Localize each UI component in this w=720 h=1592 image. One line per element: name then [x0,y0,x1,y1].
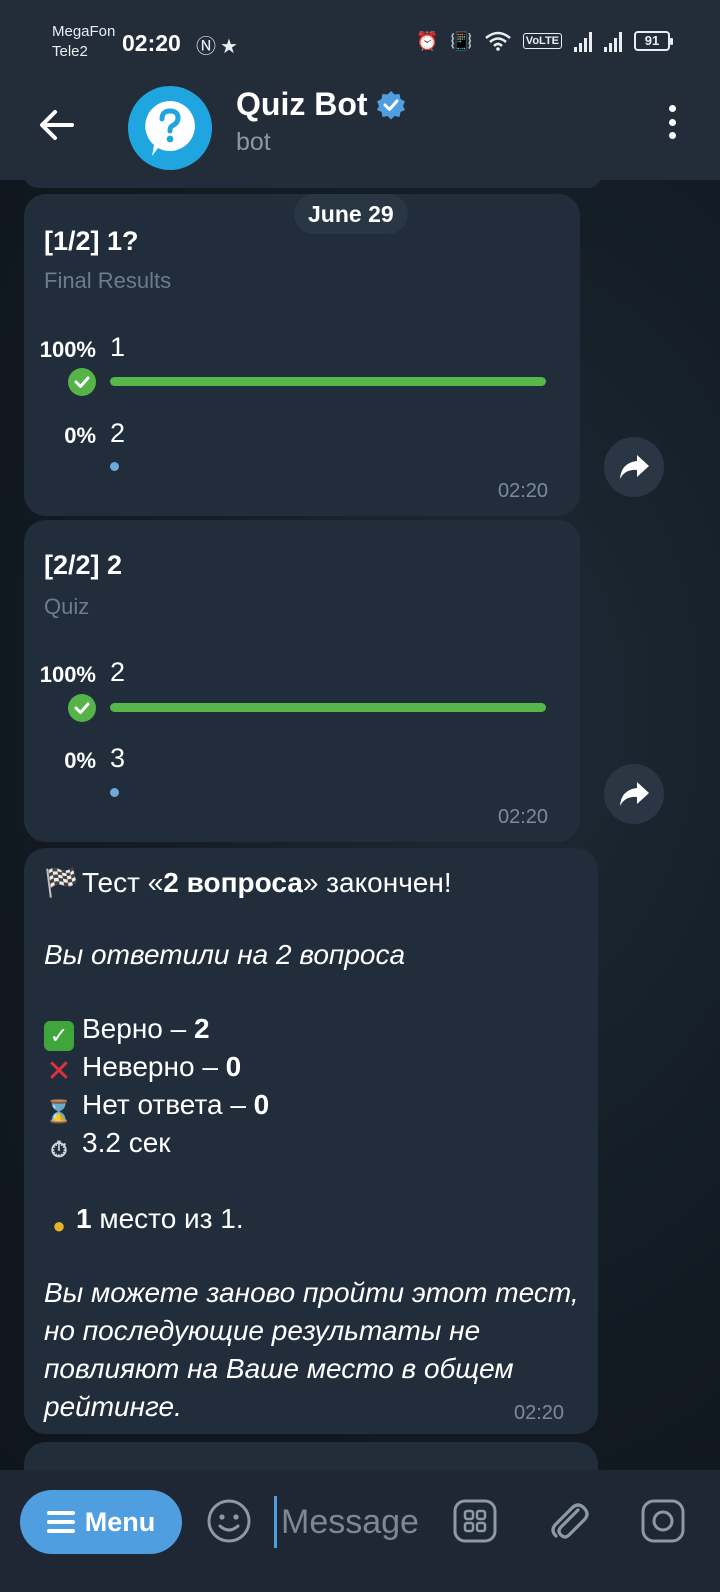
message-time: 02:20 [498,480,549,502]
arrow-left-icon [40,110,74,140]
hourglass-icon: ⌛ [45,1099,73,1124]
duration-row: ⏱ 3.2 сек [44,1124,171,1165]
signal-icon-2 [604,30,622,52]
chat-header: Quiz Bot bot [0,80,720,180]
notification-icons: Ⓝ★ [196,30,242,59]
system-indicators: ⏰ 📳 VoLTE 91 [415,30,673,52]
poll-question: [2/2] 2 [44,550,123,580]
message-input-bar: Menu [0,1470,720,1592]
check-mark-icon: ✓ [44,1021,74,1051]
wrong-count-row: ✕ Неверно – 0 [44,1048,241,1087]
chequered-flag-icon: 🏁 [44,867,79,898]
camera-icon [641,1499,685,1543]
emoji-button[interactable] [204,1496,254,1546]
correct-label: Верно – [82,1013,194,1044]
wrong-value: 0 [225,1051,242,1082]
dot-icon [668,105,676,112]
message-time: 02:20 [514,1402,565,1424]
place-text: место из 1. [91,1203,244,1234]
wrong-label: Неверно – [82,1051,226,1082]
menu-button-label: Menu [84,1506,156,1537]
bot-commands-button[interactable] [450,1496,500,1546]
battery-indicator: 91 [634,31,673,51]
smiley-icon [207,1499,251,1543]
dot-icon [668,132,676,139]
poll-option-percent: 0% [64,748,96,773]
poll-option-text: 2 [110,418,126,448]
correct-check-icon [68,694,96,722]
status-bar: MegaFon Tele2 02:20 Ⓝ★ ⏰ 📳 VoLTE 91 [0,0,720,80]
question-bubble-icon [145,101,195,156]
commands-grid-icon [453,1499,497,1543]
poll-option-percent: 100% [39,337,96,362]
chat-area[interactable]: [1/2] 1? Final Results 100% 1 0% 2 02:20… [0,180,720,1492]
place-value: 1 [76,1203,92,1234]
correct-count-row: ✓ Верно – 2 [44,1010,210,1051]
result-title: 🏁 Тест «2 вопроса» закончен! [44,864,452,902]
volte-badge: VoLTE [522,33,562,49]
forward-arrow-icon [620,782,649,806]
back-button[interactable] [34,102,80,148]
poll-option-text: 1 [110,332,126,362]
poll-type-label: Final Results [44,268,172,293]
wifi-icon [484,31,511,51]
gold-medal-icon: ● [52,1213,66,1238]
more-options-button[interactable] [662,102,682,142]
correct-check-icon [68,368,96,396]
forward-button[interactable] [604,437,664,497]
place-row: ● 1 место из 1. [44,1200,244,1241]
star-icon: ★ [220,36,242,58]
carrier-2: Tele2 [52,43,88,60]
verified-badge-icon [376,90,405,119]
retake-note-line: Вы можете заново пройти этот тест, [44,1277,579,1308]
stopwatch-icon: ⏱ [50,1137,68,1162]
alarm-icon: ⏰ [415,30,439,51]
duration-value: 3.2 сек [82,1127,171,1158]
no-answer-value: 0 [253,1089,270,1120]
poll-result-bar-empty [110,788,119,797]
carrier-1: MegaFon [52,23,116,40]
camera-button[interactable] [638,1496,688,1546]
vibrate-icon: 📳 [450,30,473,51]
carrier-info: MegaFon Tele2 [52,22,115,62]
no-answer-row: ⌛ Нет ответа – 0 [44,1086,269,1127]
retake-note-line: но последующие результаты не [44,1315,481,1346]
poll-option-text: 3 [110,743,126,773]
no-answer-label: Нет ответа – [82,1089,254,1120]
chat-title-row[interactable]: Quiz Bot [236,86,406,123]
chat-title: Quiz Bot [236,86,368,122]
poll-type-label: Quiz [44,594,90,619]
message-time: 02:20 [498,806,549,828]
result-title-suffix: » закончен! [302,867,452,898]
result-title-prefix: Тест « [82,867,164,898]
chat-subtitle: bot [236,128,271,156]
attach-button[interactable] [544,1496,594,1546]
poll-option-text: 2 [110,657,126,687]
signal-icon-1 [574,30,592,52]
poll-result-bar [110,377,546,386]
poll-result-bar-empty [110,462,119,471]
avatar[interactable] [128,86,212,170]
answered-count: Вы ответили на 2 вопроса [44,939,406,970]
poll-option-percent: 100% [39,662,96,687]
poll-result-bar [110,703,546,712]
poll-question: [1/2] 1? [44,226,139,256]
nfc-icon: Ⓝ [196,36,220,58]
paperclip-icon [551,1503,589,1539]
message-input[interactable] [274,1496,434,1548]
dot-icon [668,118,676,126]
forward-button[interactable] [604,764,664,824]
forward-arrow-icon [620,455,649,479]
correct-value: 2 [194,1013,210,1044]
date-separator: June 29 [294,194,408,234]
cross-mark-icon: ✕ [46,1055,72,1088]
test-name: 2 вопроса [163,867,303,898]
retake-note-line: рейтинге. [44,1391,182,1422]
retake-note-line: повлияют на Ваше место в общем [44,1353,514,1384]
status-time: 02:20 [122,30,181,56]
poll-option-percent: 0% [64,423,96,448]
bot-menu-button[interactable]: Menu [20,1490,182,1554]
menu-icon [46,1511,75,1533]
previous-message-bubble[interactable] [24,180,602,188]
